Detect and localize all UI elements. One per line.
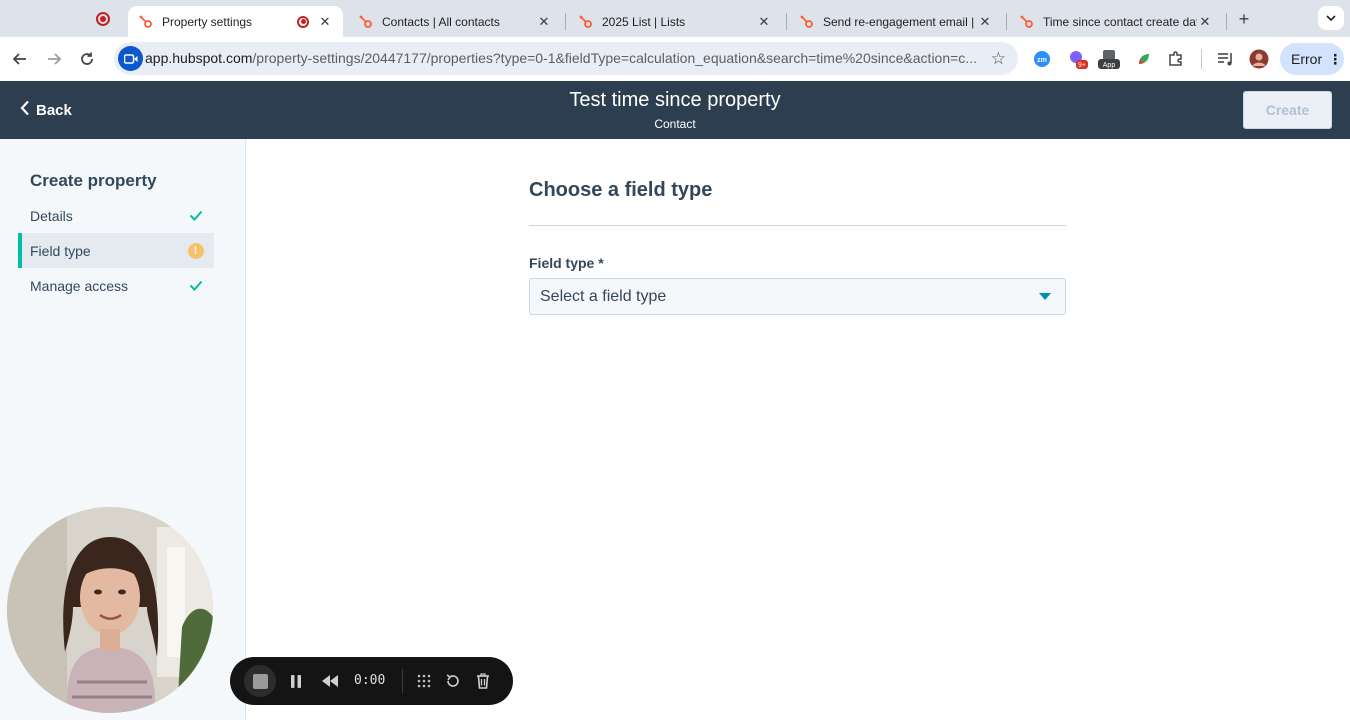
grid-dots-icon xyxy=(417,674,431,688)
hubspot-favicon-icon xyxy=(138,14,154,30)
site-info-icon[interactable] xyxy=(118,46,143,71)
tab-title: 2025 List | Lists xyxy=(602,14,686,29)
sidebar-item-details[interactable]: Details xyxy=(18,198,214,233)
recording-controls: 0:00 xyxy=(230,657,513,705)
warning-icon: ! xyxy=(187,242,204,259)
sidebar-title: Create property xyxy=(30,171,157,190)
close-icon[interactable]: ✕ xyxy=(1197,14,1213,30)
browser-tab-strip: Property settings ✕ Contacts | All conta… xyxy=(0,0,1350,37)
tab-title: Time since contact create dat xyxy=(1043,14,1197,29)
profile-error-button[interactable]: Error ⋮ xyxy=(1280,43,1344,75)
app-extension-icon[interactable]: App xyxy=(1097,48,1121,70)
checkmark-icon xyxy=(187,207,204,224)
controls-divider xyxy=(402,669,403,693)
section-divider xyxy=(529,225,1066,226)
reload-icon[interactable] xyxy=(75,47,99,71)
browser-toolbar: app.hubspot.com/property-settings/204471… xyxy=(0,37,1350,81)
svg-text:zm: zm xyxy=(1037,57,1047,64)
field-type-label: Field type * xyxy=(529,255,604,271)
svg-text:App: App xyxy=(1103,62,1116,69)
tab-separator xyxy=(1006,13,1007,30)
svg-text:9+: 9+ xyxy=(1078,62,1086,69)
field-type-select[interactable]: Select a field type xyxy=(529,278,1066,315)
profile-error-label: Error xyxy=(1291,51,1323,67)
extensions-puzzle-icon[interactable] xyxy=(1165,48,1187,70)
hubspot-favicon-icon xyxy=(1019,14,1035,30)
webcam-preview[interactable] xyxy=(7,507,213,713)
new-tab-button[interactable]: + xyxy=(1234,9,1254,29)
tab-separator xyxy=(786,13,787,30)
address-bar[interactable]: app.hubspot.com/property-settings/204471… xyxy=(114,42,1018,75)
rewind-icon xyxy=(322,675,338,687)
trash-icon xyxy=(477,673,489,689)
checkmark-icon xyxy=(187,277,204,294)
forward-arrow-icon[interactable] xyxy=(42,47,66,71)
tab-time-since[interactable]: Time since contact create dat ✕ xyxy=(1009,6,1223,37)
page-title: Test time since property xyxy=(569,89,781,111)
step-label: Details xyxy=(30,207,73,224)
close-icon[interactable]: ✕ xyxy=(317,14,333,30)
avatar[interactable] xyxy=(1248,48,1270,70)
tab-separator xyxy=(565,13,566,30)
hubspot-favicon-icon xyxy=(578,14,594,30)
hubspot-favicon-icon xyxy=(358,14,374,30)
delete-recording-button[interactable] xyxy=(471,669,495,693)
more-vertical-icon: ⋮ xyxy=(1328,50,1343,67)
pause-icon xyxy=(291,674,301,688)
close-icon[interactable]: ✕ xyxy=(536,14,552,30)
select-placeholder: Select a field type xyxy=(540,287,667,305)
tab-title: Property settings xyxy=(162,14,253,29)
close-icon[interactable]: ✕ xyxy=(756,14,772,30)
restart-button[interactable] xyxy=(441,669,465,693)
caret-down-icon xyxy=(1039,293,1051,300)
close-icon[interactable]: ✕ xyxy=(977,14,993,30)
property-editor-header: Back Test time since property Contact Cr… xyxy=(0,81,1350,139)
tab-property-settings[interactable]: Property settings ✕ xyxy=(128,6,343,37)
stop-recording-button[interactable] xyxy=(244,665,276,697)
create-button[interactable]: Create xyxy=(1243,91,1332,129)
leaf-extension-icon[interactable] xyxy=(1133,48,1155,70)
step-label: Manage access xyxy=(30,277,129,294)
stop-icon xyxy=(252,673,268,689)
url-text: app.hubspot.com/property-settings/204471… xyxy=(145,50,977,66)
restart-icon xyxy=(446,674,459,687)
toolbar-divider xyxy=(1201,49,1202,69)
hubspot-favicon-icon xyxy=(799,14,815,30)
back-arrow-icon[interactable] xyxy=(8,47,32,71)
step-label: Field type xyxy=(30,242,91,259)
tab-recording-icon xyxy=(297,15,309,28)
tab-contacts[interactable]: Contacts | All contacts ✕ xyxy=(348,6,562,37)
tab-title: Contacts | All contacts xyxy=(382,14,500,29)
rewind-button[interactable] xyxy=(318,669,342,693)
tab-separator xyxy=(1226,13,1227,30)
drag-handle[interactable] xyxy=(412,669,436,693)
tab-2025-list[interactable]: 2025 List | Lists ✕ xyxy=(568,6,782,37)
tab-title: Send re-engagement email | xyxy=(823,14,975,29)
presenter-video-image xyxy=(7,507,213,713)
tab-send-reengagement[interactable]: Send re-engagement email | ✕ xyxy=(789,6,1003,37)
recording-timer: 0:00 xyxy=(354,673,386,688)
page-subtitle: Contact xyxy=(654,117,696,131)
notification-extension-icon[interactable]: 9+ xyxy=(1067,48,1089,70)
pause-button[interactable] xyxy=(284,669,308,693)
zoom-extension-icon[interactable]: zm xyxy=(1031,48,1053,70)
tab-search-chevron-icon[interactable] xyxy=(1318,6,1344,30)
recording-indicator-icon xyxy=(96,12,110,26)
section-heading: Choose a field type xyxy=(529,179,713,201)
bookmark-star-icon[interactable]: ☆ xyxy=(991,49,1006,69)
media-control-icon[interactable] xyxy=(1215,48,1237,70)
sidebar-item-manage-access[interactable]: Manage access xyxy=(18,268,214,303)
sidebar-item-field-type[interactable]: Field type ! xyxy=(18,233,214,268)
